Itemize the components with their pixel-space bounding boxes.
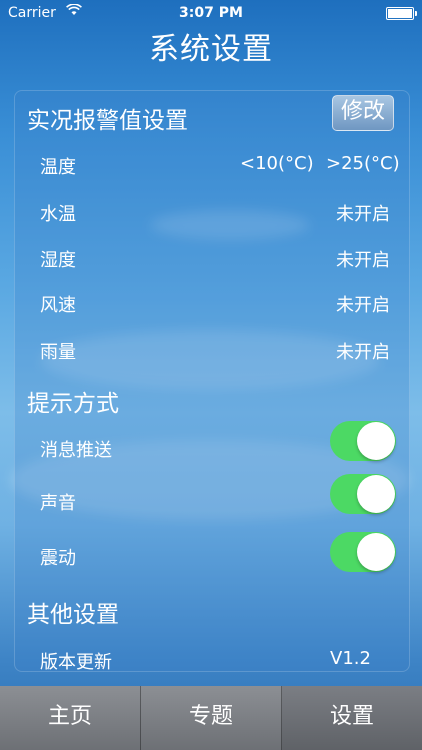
water-temp-value[interactable]: 未开启	[336, 200, 390, 226]
toggle-knob	[357, 422, 395, 460]
alarm-row-label-rain: 雨量	[40, 342, 76, 363]
push-toggle[interactable]	[330, 421, 396, 461]
toggle-knob	[357, 475, 395, 513]
alarm-row-label-water-temp: 水温	[40, 204, 76, 225]
sound-toggle[interactable]	[330, 474, 396, 514]
tab-topics[interactable]: 专题	[141, 686, 281, 750]
alarm-section-title: 实况报警值设置	[27, 108, 188, 134]
notify-section-title: 提示方式	[27, 391, 119, 417]
toggle-knob	[357, 533, 395, 571]
notify-row-label-push: 消息推送	[40, 440, 112, 461]
alarm-row-label-humidity: 湿度	[40, 250, 76, 271]
vibrate-toggle[interactable]	[330, 532, 396, 572]
edit-button[interactable]: 修改	[332, 95, 394, 131]
other-row-label-version[interactable]: 版本更新	[40, 648, 112, 674]
page-title: 系统设置	[149, 32, 273, 67]
other-section-title: 其他设置	[27, 602, 119, 628]
temp-low-threshold[interactable]: <10(°C)	[240, 153, 314, 174]
temp-high-threshold[interactable]: >25(°C)	[326, 153, 400, 174]
tab-settings[interactable]: 设置	[282, 686, 422, 750]
status-time: 3:07 PM	[179, 5, 243, 21]
alarm-row-label-temp: 温度	[40, 157, 76, 178]
notify-row-label-sound: 声音	[40, 493, 76, 514]
version-value: V1.2	[330, 648, 371, 669]
notify-row-label-vibrate: 震动	[40, 548, 76, 569]
tab-home[interactable]: 主页	[0, 686, 140, 750]
humidity-value[interactable]: 未开启	[336, 246, 390, 272]
tab-bar: 主页 专题 设置	[0, 686, 422, 750]
status-bar: Carrier 3:07 PM	[0, 0, 422, 26]
alarm-row-label-wind: 风速	[40, 295, 76, 316]
rain-value[interactable]: 未开启	[336, 338, 390, 364]
battery-icon	[386, 7, 417, 20]
wind-value[interactable]: 未开启	[336, 291, 390, 317]
